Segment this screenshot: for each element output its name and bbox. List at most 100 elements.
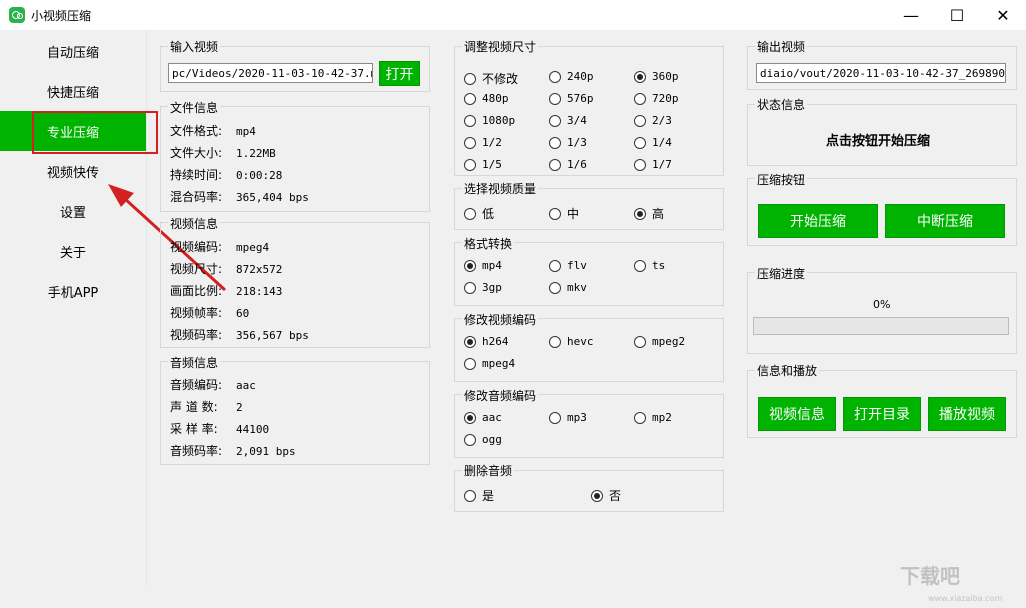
play-video-button[interactable]: 播放视频	[928, 397, 1006, 431]
radio-circle-icon	[549, 259, 561, 272]
radio-circle-icon	[464, 433, 476, 446]
size-option[interactable]: 480p	[464, 92, 509, 105]
video-info-row: 视频帧率: 60	[170, 306, 250, 320]
radio-label: mp2	[652, 411, 672, 424]
remove-audio-option[interactable]: 否	[591, 487, 621, 504]
radio-label: mp4	[482, 259, 502, 272]
video-codec-option[interactable]: mpeg2	[634, 335, 685, 348]
size-option[interactable]: 360p	[634, 70, 679, 83]
file-info-row: 文件格式: mp4	[170, 124, 256, 138]
input-video-title: 输入视频	[168, 38, 221, 55]
input-path-field[interactable]: pc/Videos/2020-11-03-10-42-37.mp4	[168, 63, 373, 83]
radio-circle-icon	[464, 357, 476, 370]
radio-circle-icon	[464, 259, 476, 272]
video-info-row: 视频码率: 356,567 bps	[170, 328, 309, 342]
radio-circle-icon	[549, 158, 561, 171]
quality-option[interactable]: 中	[549, 205, 579, 222]
radio-label: mkv	[567, 281, 587, 294]
video-info-button[interactable]: 视频信息	[758, 397, 836, 431]
quality-option[interactable]: 低	[464, 205, 494, 222]
video-info-row: 画面比例: 218:143	[170, 284, 283, 298]
size-option[interactable]: 576p	[549, 92, 594, 105]
open-button[interactable]: 打开	[379, 61, 420, 86]
radio-label: 低	[482, 207, 495, 221]
audio-codec-option[interactable]: aac	[464, 411, 502, 424]
audio-codec-option[interactable]: ogg	[464, 433, 502, 446]
audio-codec-option[interactable]: mp3	[549, 411, 587, 424]
radio-label: 1/6	[567, 158, 587, 171]
radio-circle-icon	[464, 92, 476, 105]
open-directory-button[interactable]: 打开目录	[843, 397, 921, 431]
file-info-row: 混合码率: 365,404 bps	[170, 190, 309, 204]
radio-label: mp3	[567, 411, 587, 424]
size-option[interactable]: 240p	[549, 70, 594, 83]
progress-bar	[753, 317, 1009, 335]
size-option[interactable]: 2/3	[634, 114, 672, 127]
size-option[interactable]: 720p	[634, 92, 679, 105]
file-info-row: 持续时间: 0:00:28	[170, 168, 283, 182]
start-compress-button[interactable]: 开始压缩	[758, 204, 878, 238]
video-codec-option[interactable]: h264	[464, 335, 509, 348]
radio-circle-icon	[464, 411, 476, 424]
radio-circle-icon	[634, 136, 646, 149]
video-codec-group-title: 修改视频编码	[462, 311, 539, 328]
radio-label: 1/7	[652, 158, 672, 171]
format-option[interactable]: mp4	[464, 259, 502, 272]
radio-circle-icon	[634, 92, 646, 105]
audio-codec-option[interactable]: mp2	[634, 411, 672, 424]
radio-label: mpeg2	[652, 335, 686, 348]
size-group	[454, 46, 724, 176]
radio-label: h264	[482, 335, 509, 348]
radio-circle-icon	[549, 114, 561, 127]
radio-circle-icon	[549, 70, 561, 83]
format-option[interactable]: 3gp	[464, 281, 502, 294]
radio-circle-icon	[464, 72, 476, 85]
format-option[interactable]: flv	[549, 259, 587, 272]
format-option[interactable]: mkv	[549, 281, 587, 294]
playback-title: 信息和播放	[755, 362, 820, 379]
radio-label: 是	[482, 489, 495, 503]
output-path-field[interactable]: diaio/vout/2020-11-03-10-42-37_269890.mp…	[756, 63, 1006, 83]
radio-label: 1080p	[482, 114, 516, 127]
radio-label: 3/4	[567, 114, 587, 127]
radio-circle-icon	[549, 207, 561, 220]
radio-circle-icon	[464, 136, 476, 149]
radio-circle-icon	[549, 411, 561, 424]
stop-compress-button[interactable]: 中断压缩	[885, 204, 1005, 238]
radio-label: mpeg4	[482, 357, 516, 370]
size-option[interactable]: 1/5	[464, 158, 502, 171]
size-option[interactable]: 3/4	[549, 114, 587, 127]
radio-circle-icon	[464, 158, 476, 171]
size-option[interactable]: 不修改	[464, 70, 518, 87]
radio-circle-icon	[549, 281, 561, 294]
size-option[interactable]: 1/3	[549, 136, 587, 149]
radio-label: 240p	[567, 70, 594, 83]
video-codec-option[interactable]: hevc	[549, 335, 594, 348]
progress-title: 压缩进度	[755, 265, 808, 282]
video-codec-option[interactable]: mpeg4	[464, 357, 515, 370]
radio-circle-icon	[634, 335, 646, 348]
format-option[interactable]: ts	[634, 259, 665, 272]
radio-label: flv	[567, 259, 587, 272]
radio-label: 中	[567, 207, 580, 221]
radio-label: 否	[609, 489, 622, 503]
radio-circle-icon	[549, 136, 561, 149]
size-option[interactable]: 1/4	[634, 136, 672, 149]
quality-option[interactable]: 高	[634, 205, 664, 222]
size-option[interactable]: 1/7	[634, 158, 672, 171]
size-option[interactable]: 1/6	[549, 158, 587, 171]
radio-label: 2/3	[652, 114, 672, 127]
remove-audio-option[interactable]: 是	[464, 487, 494, 504]
radio-label: 高	[652, 207, 665, 221]
compress-title: 压缩按钮	[755, 171, 808, 188]
radio-circle-icon	[464, 335, 476, 348]
size-option[interactable]: 1080p	[464, 114, 515, 127]
watermark-url: www.xiazaiba.com	[928, 594, 1003, 603]
video-info-row: 视频编码: mpeg4	[170, 240, 270, 254]
progress-group	[747, 272, 1017, 354]
radio-label: 720p	[652, 92, 679, 105]
radio-label: ts	[652, 259, 666, 272]
file-info-title: 文件信息	[168, 99, 221, 116]
size-option[interactable]: 1/2	[464, 136, 502, 149]
status-title: 状态信息	[755, 96, 808, 113]
